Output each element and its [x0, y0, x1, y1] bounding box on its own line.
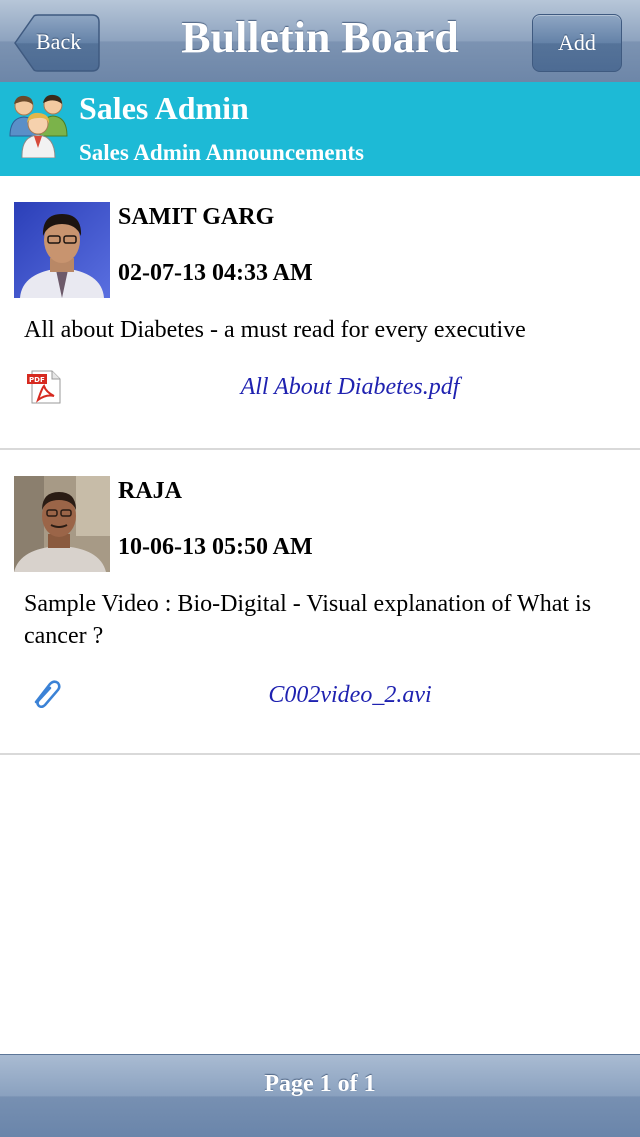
attachment-link[interactable]: All About Diabetes.pdf — [120, 374, 580, 401]
post-author: SAMIT GARG — [118, 204, 275, 230]
post-date: 10-06-13 05:50 AM — [118, 534, 313, 560]
add-button[interactable]: Add — [532, 14, 622, 72]
post-message: Sample Video : Bio-Digital - Visual expl… — [24, 591, 592, 649]
avatar — [14, 476, 110, 572]
pagination-bar: Page 1 of 1 — [0, 1054, 640, 1137]
post-message: All about Diabetes - a must read for eve… — [24, 317, 526, 343]
post-divider — [0, 753, 640, 755]
page-indicator: Page 1 of 1 — [264, 1071, 376, 1097]
post-divider — [0, 448, 640, 450]
navigation-bar: Back Bulletin Board Add — [0, 0, 640, 83]
post-author: RAJA — [118, 478, 182, 504]
group-title: Sales Admin — [79, 90, 249, 126]
post-date: 02-07-13 04:33 AM — [118, 260, 313, 286]
paperclip-icon[interactable] — [30, 678, 62, 708]
svg-text:PDF: PDF — [29, 376, 45, 384]
avatar — [14, 202, 110, 298]
users-group-icon — [9, 94, 68, 158]
add-button-label: Add — [558, 30, 596, 55]
group-header: Sales Admin Sales Admin Announcements — [0, 82, 640, 176]
attachment-link[interactable]: C002video_2.avi — [120, 682, 580, 709]
group-subtitle: Sales Admin Announcements — [79, 140, 365, 165]
pdf-file-icon[interactable]: PDF — [26, 370, 62, 404]
